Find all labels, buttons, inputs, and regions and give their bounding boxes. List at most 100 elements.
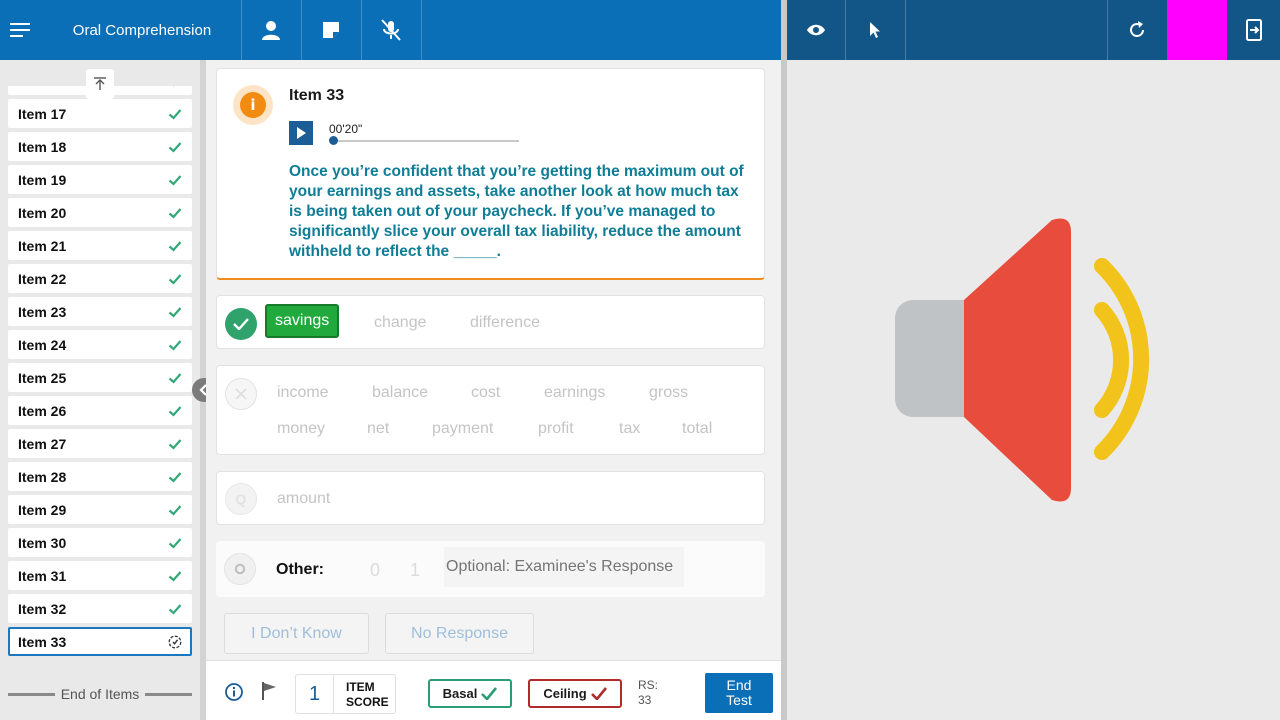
speaker-icon bbox=[895, 218, 1150, 502]
mute-mic-button[interactable] bbox=[361, 0, 421, 60]
item-panel: i Item 33 00'20" Once you’re confident t… bbox=[206, 60, 781, 660]
response-option[interactable]: net bbox=[367, 420, 389, 438]
dont-know-button[interactable]: I Don’t Know bbox=[224, 613, 369, 654]
sidebar-item[interactable]: Item 31 bbox=[8, 561, 192, 590]
notes-button[interactable] bbox=[301, 0, 361, 60]
preview-button[interactable] bbox=[787, 0, 845, 60]
ceiling-label: Ceiling bbox=[543, 686, 587, 701]
note-icon bbox=[323, 22, 339, 38]
incorrect-responses-card: income balance cost earnings gross money… bbox=[216, 365, 765, 455]
item-score-label: ITEM SCORE bbox=[346, 680, 389, 710]
response-option[interactable]: amount bbox=[277, 490, 330, 508]
page-title: Oral Comprehension bbox=[72, 21, 212, 39]
sidebar-item[interactable]: Item 21 bbox=[8, 231, 192, 260]
person-icon bbox=[262, 21, 280, 40]
correct-responses-card: savings change difference bbox=[216, 295, 765, 349]
sidebar-item-label: Item 23 bbox=[18, 303, 67, 320]
info-circle-icon bbox=[225, 683, 243, 701]
pointer-button[interactable] bbox=[845, 0, 905, 60]
arrow-up-icon bbox=[94, 77, 106, 90]
basal-badge[interactable]: Basal bbox=[428, 679, 512, 708]
sidebar-item[interactable]: Item 20 bbox=[8, 198, 192, 227]
other-row-marker[interactable] bbox=[224, 553, 256, 585]
sidebar-item[interactable]: Item 28 bbox=[8, 462, 192, 491]
sidebar-item-label: Item 19 bbox=[18, 171, 67, 188]
response-option[interactable]: gross bbox=[649, 384, 688, 402]
check-icon bbox=[168, 372, 182, 384]
response-option[interactable]: cost bbox=[471, 384, 500, 402]
info-badge[interactable]: i bbox=[233, 85, 273, 125]
other-score-1[interactable]: 1 bbox=[410, 560, 420, 581]
check-icon bbox=[481, 687, 498, 700]
sidebar-item[interactable]: Item 18 bbox=[8, 132, 192, 161]
other-score-0[interactable]: 0 bbox=[370, 560, 380, 581]
passage-text: Once you’re confident that you’re gettin… bbox=[289, 163, 744, 260]
response-option[interactable]: income bbox=[277, 384, 329, 402]
item-score-label-line1: ITEM bbox=[346, 680, 375, 694]
incorrect-row-marker[interactable] bbox=[225, 378, 257, 410]
sidebar-item[interactable]: Item 25 bbox=[8, 363, 192, 392]
query-row-marker[interactable]: Q bbox=[225, 483, 257, 515]
examinee-button[interactable] bbox=[241, 0, 301, 60]
sidebar-item[interactable]: Item 22 bbox=[8, 264, 192, 293]
toolbar-divider bbox=[421, 0, 422, 60]
refresh-icon bbox=[1130, 21, 1144, 37]
response-option[interactable]: profit bbox=[538, 420, 574, 438]
response-option[interactable]: tax bbox=[619, 420, 640, 438]
sidebar-item-label: Item 28 bbox=[18, 468, 67, 485]
scroll-to-top-button[interactable] bbox=[86, 69, 114, 99]
sidebar-item[interactable]: Item 19 bbox=[8, 165, 192, 194]
check-icon bbox=[168, 471, 182, 483]
sidebar-item[interactable]: Item 32 bbox=[8, 594, 192, 623]
response-option[interactable]: savings bbox=[265, 304, 340, 338]
check-icon bbox=[173, 86, 174, 87]
sidebar-item[interactable]: Item 26 bbox=[8, 396, 192, 425]
sidebar-item[interactable]: Item 23 bbox=[8, 297, 192, 326]
no-response-button[interactable]: No Response bbox=[385, 613, 534, 654]
sidebar-item[interactable]: Item 24 bbox=[8, 330, 192, 359]
response-option[interactable]: change bbox=[374, 314, 427, 332]
info-button[interactable] bbox=[224, 682, 244, 707]
check-icon bbox=[168, 141, 182, 153]
play-icon bbox=[297, 127, 306, 139]
response-option[interactable]: earnings bbox=[544, 384, 605, 402]
menu-button[interactable] bbox=[0, 0, 42, 60]
end-of-items: End of Items bbox=[8, 686, 192, 702]
audio-progress-knob[interactable] bbox=[329, 136, 338, 145]
sidebar-item[interactable]: Item 30 bbox=[8, 528, 192, 557]
item-score-box[interactable]: 1 ITEM SCORE bbox=[295, 674, 396, 714]
refresh-button[interactable] bbox=[1107, 0, 1167, 60]
sidebar-item[interactable]: Item 29 bbox=[8, 495, 192, 524]
exit-icon bbox=[1245, 19, 1262, 41]
sidebar-item-label: Item 24 bbox=[18, 336, 67, 353]
response-option[interactable]: money bbox=[277, 420, 325, 438]
sidebar-item-label: Item 31 bbox=[18, 567, 67, 584]
exit-button[interactable] bbox=[1227, 0, 1280, 60]
correct-row-marker[interactable] bbox=[225, 308, 257, 340]
response-option[interactable]: difference bbox=[470, 314, 540, 332]
end-of-items-label: End of Items bbox=[60, 686, 140, 702]
sidebar-item[interactable]: Item 17 bbox=[8, 99, 192, 128]
ceiling-badge[interactable]: Ceiling bbox=[528, 679, 622, 708]
response-option[interactable]: balance bbox=[372, 384, 428, 402]
sidebar-item[interactable]: Item 33 bbox=[8, 627, 192, 656]
query-responses-card: Q amount bbox=[216, 471, 765, 525]
sidebar-item-label: Item 32 bbox=[18, 600, 67, 617]
toolbar-divider bbox=[905, 0, 906, 60]
flag-button[interactable] bbox=[260, 681, 278, 706]
play-button[interactable] bbox=[289, 121, 313, 145]
check-icon bbox=[590, 687, 607, 700]
x-icon bbox=[235, 388, 247, 400]
color-swatch[interactable] bbox=[1167, 0, 1227, 60]
item-score-label-line2: SCORE bbox=[346, 695, 389, 709]
response-option[interactable]: payment bbox=[432, 420, 493, 438]
end-test-button[interactable]: End Test bbox=[705, 673, 773, 713]
stimulus-area bbox=[787, 60, 1280, 720]
check-icon bbox=[168, 273, 182, 285]
response-option[interactable]: total bbox=[682, 420, 712, 438]
audio-progress-track[interactable] bbox=[331, 140, 519, 142]
audio-time: 00'20" bbox=[329, 122, 363, 136]
examinee-response-input[interactable] bbox=[444, 547, 684, 587]
raw-score: RS: 33 bbox=[638, 678, 658, 708]
sidebar-item[interactable]: Item 27 bbox=[8, 429, 192, 458]
